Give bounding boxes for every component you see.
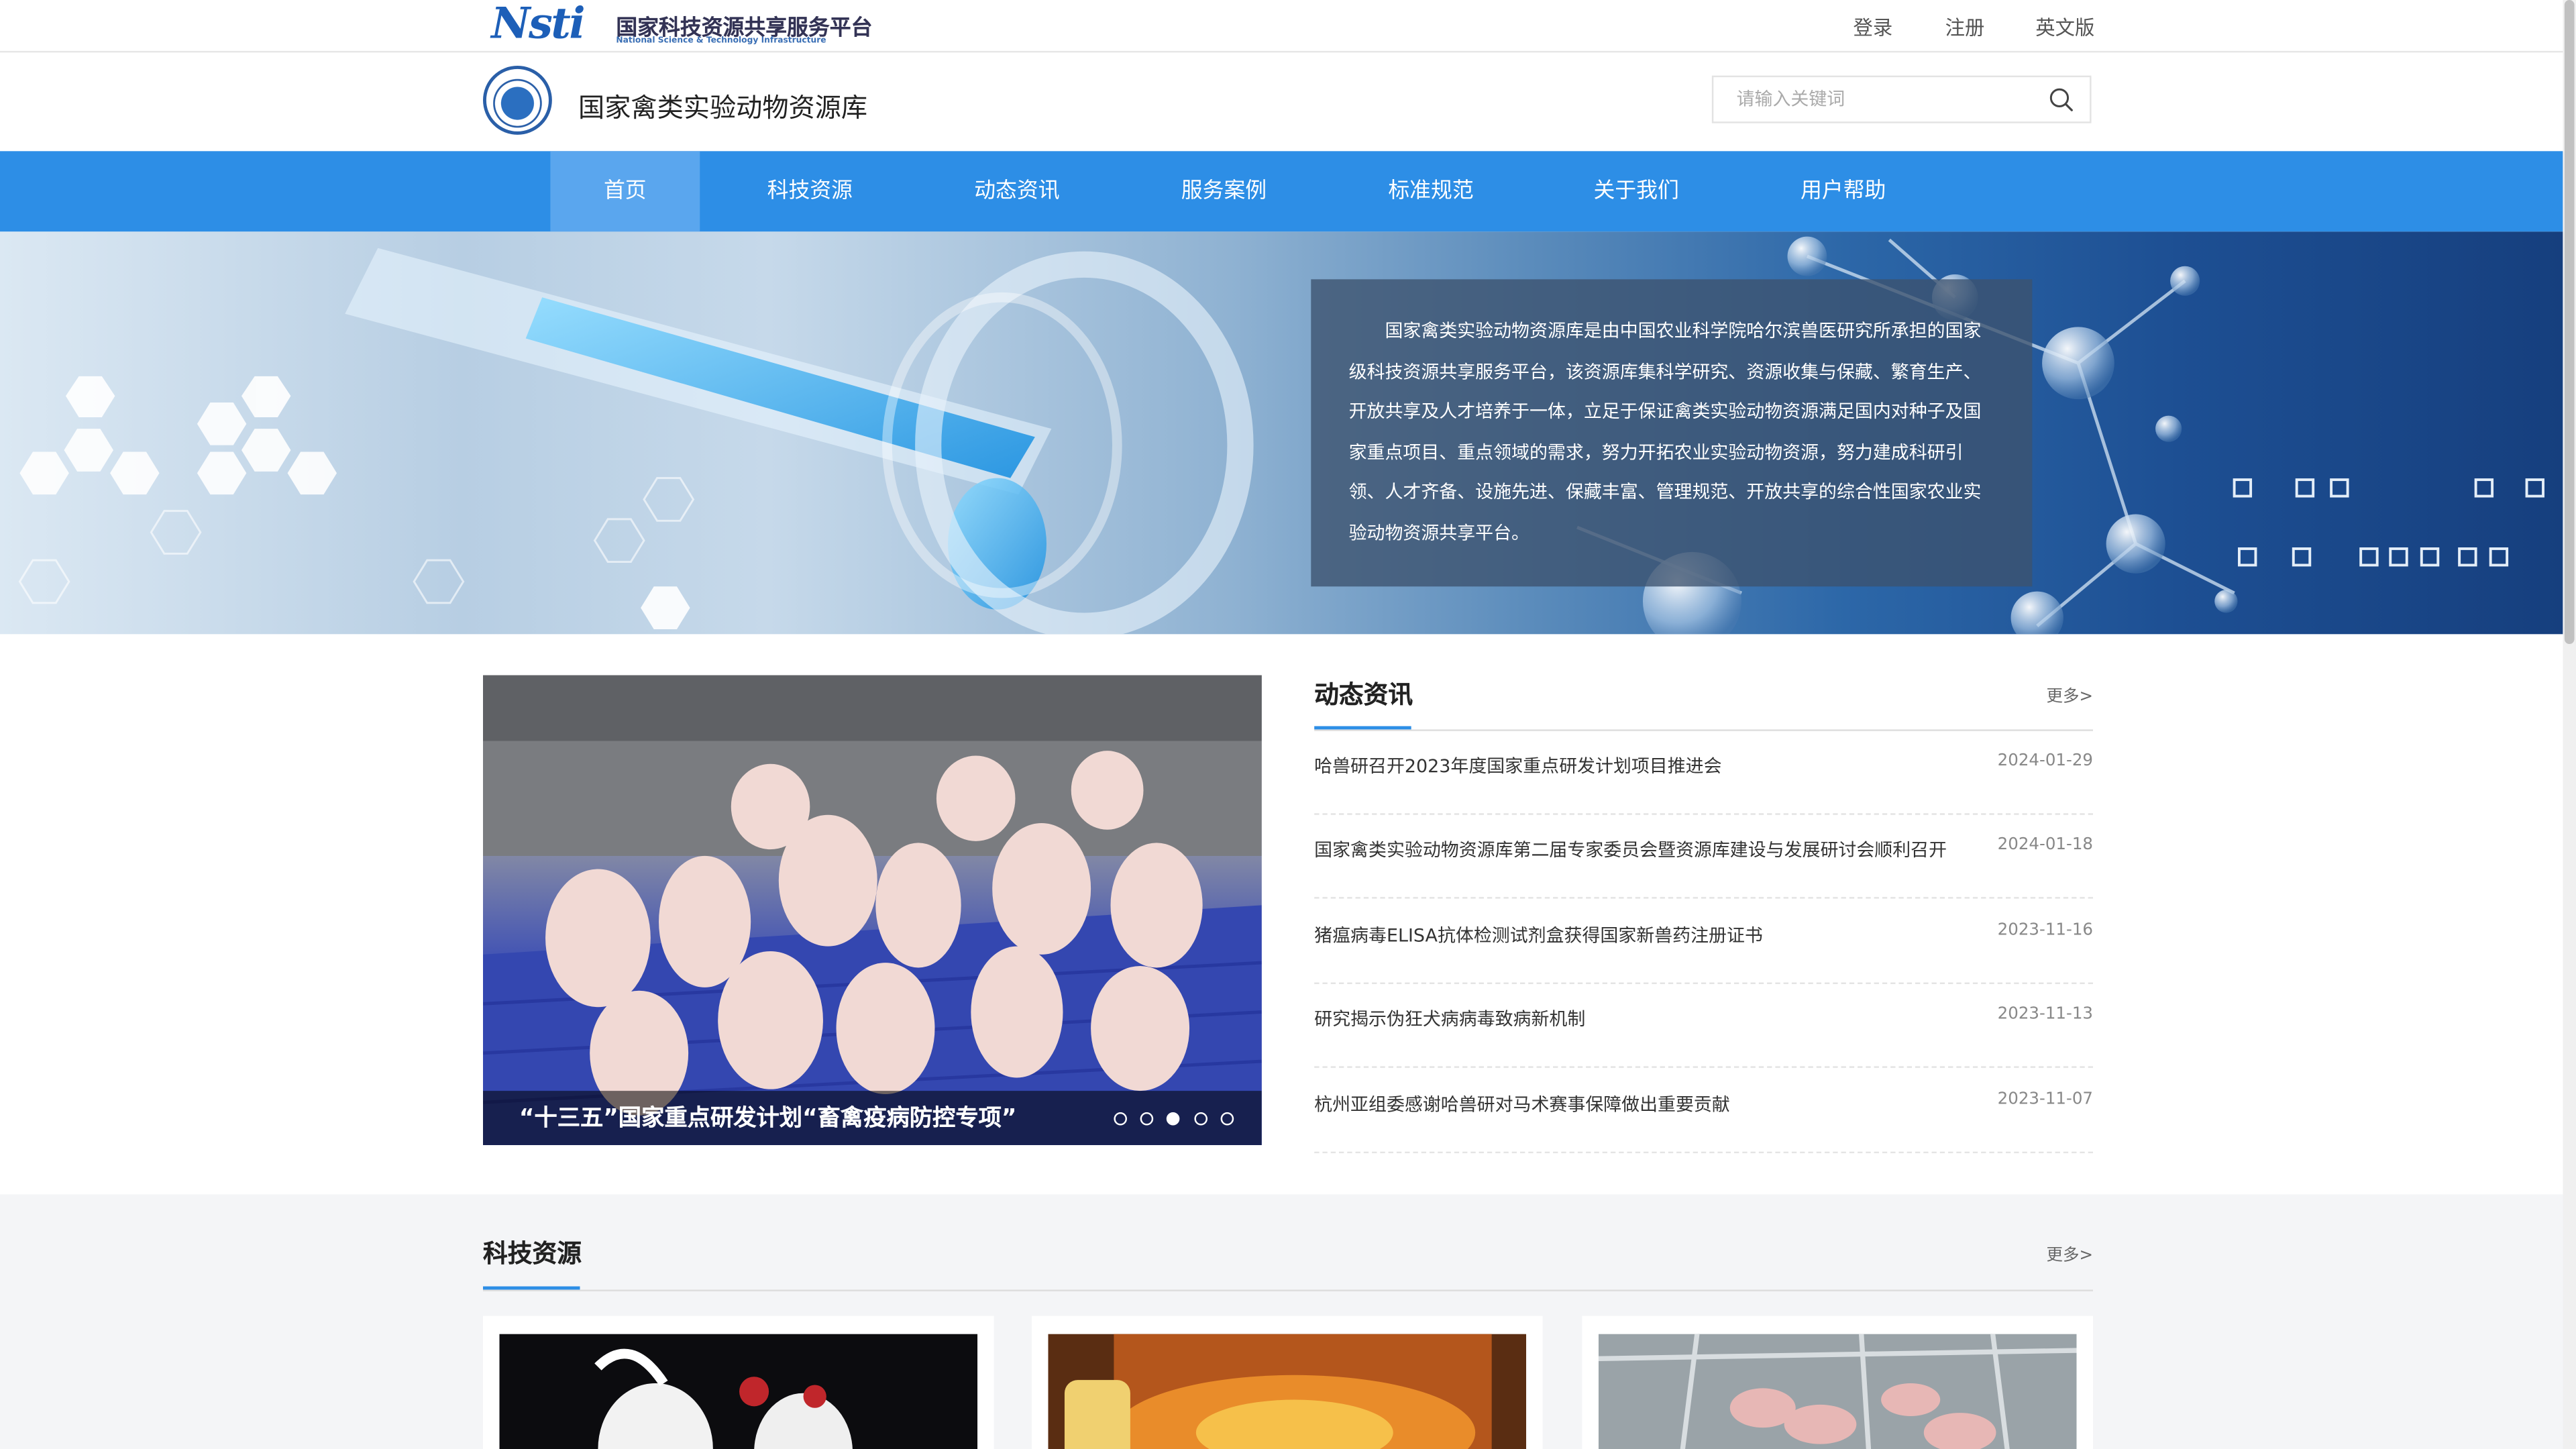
login-link[interactable]: 登录 [1853,13,1892,42]
slider-dot-1[interactable] [1114,1112,1128,1126]
news-item-date: 2023-11-13 [1997,1005,2094,1024]
slider-caption[interactable]: “十三五”国家重点研发计划“畜禽疫病防控专项” [519,1101,1061,1134]
nav-item-help[interactable]: 用户帮助 [1772,151,1914,231]
nav-item-home[interactable]: 首页 [550,151,700,232]
news-more-link[interactable]: 更多> [2021,682,2093,706]
nsti-logo-en: National Science & Technology Infrastruc… [616,36,826,46]
site-title[interactable]: 国家禽类实验动物资源库 [578,85,867,125]
news-item[interactable]: 哈兽研召开2023年度国家重点研发计划项目推进会 2024-01-29 [1314,731,2094,815]
resource-image-chickens [499,1334,978,1449]
nsti-logo[interactable]: Nsti 国家科技资源共享服务平台 National Science & Tec… [491,1,894,49]
hero-banner [0,231,2563,635]
news-section-title: 动态资讯 [1314,680,1413,710]
nav-item-resources[interactable]: 科技资源 [739,151,881,231]
news-title-underline [1314,726,1411,730]
page-scrollbar[interactable] [2563,0,2576,1449]
slider-dot-3[interactable] [1166,1112,1180,1126]
slider-dot-5[interactable] [1220,1112,1234,1126]
nav-item-news[interactable]: 动态资讯 [947,151,1088,231]
slider-dot-2[interactable] [1140,1112,1154,1126]
resource-card-piglets[interactable] [1582,1316,2094,1449]
news-item[interactable]: 杭州亚组委感谢哈兽研对马术赛事保障做出重要贡献 2023-11-07 [1314,1069,2094,1154]
search-box [1711,75,2092,123]
news-item-date: 2023-11-07 [1997,1091,2094,1110]
nav-item-cases[interactable]: 服务案例 [1153,151,1295,231]
news-item[interactable]: 猪瘟病毒ELISA抗体检测试剂盒获得国家新兽药注册证书 2023-11-16 [1314,900,2094,984]
nsti-logo-mark: Nsti [491,0,585,50]
slider-image-pigs [483,675,1262,1145]
register-link[interactable]: 注册 [1945,13,1985,42]
search-icon[interactable] [2049,87,2074,112]
slider-dot-4[interactable] [1194,1112,1208,1126]
search-input[interactable] [1713,77,2059,122]
news-item-date: 2023-11-16 [1997,921,2094,940]
resource-card-chicken[interactable] [483,1316,994,1449]
news-item-title[interactable]: 研究揭示伪狂犬病病毒致病新机制 [1314,1006,1963,1032]
news-slider[interactable]: “十三五”国家重点研发计划“畜禽疫病防控专项” [483,675,1262,1145]
main-nav: 首页 科技资源 动态资讯 服务案例 标准规范 关于我们 用户帮助 [0,151,2563,232]
resources-divider [483,1289,2094,1291]
scrollbar-thumb[interactable] [2564,0,2575,645]
nav-item-standards[interactable]: 标准规范 [1360,151,1502,231]
banner-intro-panel: 国家禽类实验动物资源库是由中国农业科学院哈尔滨兽医研究所承担的国家级科技资源共享… [1311,279,2033,587]
resources-title-underline [483,1286,580,1290]
nav-item-about[interactable]: 关于我们 [1566,151,1707,231]
slider-caption-bar: “十三五”国家重点研发计划“畜禽疫病防控专项” [483,1091,1262,1145]
resources-section-title: 科技资源 [483,1238,582,1269]
institute-seal-logo[interactable] [483,65,552,135]
resource-image-chicks [1048,1334,1527,1449]
news-item[interactable]: 研究揭示伪狂犬病病毒致病新机制 2023-11-13 [1314,984,2094,1068]
resources-more-link[interactable]: 更多> [2021,1240,2093,1265]
news-item-title[interactable]: 猪瘟病毒ELISA抗体检测试剂盒获得国家新兽药注册证书 [1314,922,1963,948]
news-item-title[interactable]: 杭州亚组委感谢哈兽研对马术赛事保障做出重要贡献 [1314,1091,1963,1117]
english-version-link[interactable]: 英文版 [2035,13,2094,42]
news-item-title[interactable]: 国家禽类实验动物资源库第二届专家委员会暨资源库建设与发展研讨会顺利召开 [1314,837,1963,863]
news-item-date: 2024-01-18 [1997,836,2094,855]
news-item-date: 2024-01-29 [1997,752,2094,771]
banner-lab-illustration [18,236,2544,635]
top-bar [0,0,2563,53]
news-item-title[interactable]: 哈兽研召开2023年度国家重点研发计划项目推进会 [1314,753,1963,779]
resource-card-chicks[interactable] [1031,1316,1543,1449]
site-header [0,52,2563,152]
news-item[interactable]: 国家禽类实验动物资源库第二届专家委员会暨资源库建设与发展研讨会顺利召开 2024… [1314,815,2094,899]
resource-image-piglets [1598,1334,2077,1449]
banner-intro-text: 国家禽类实验动物资源库是由中国农业科学院哈尔滨兽医研究所承担的国家级科技资源共享… [1348,320,1982,543]
